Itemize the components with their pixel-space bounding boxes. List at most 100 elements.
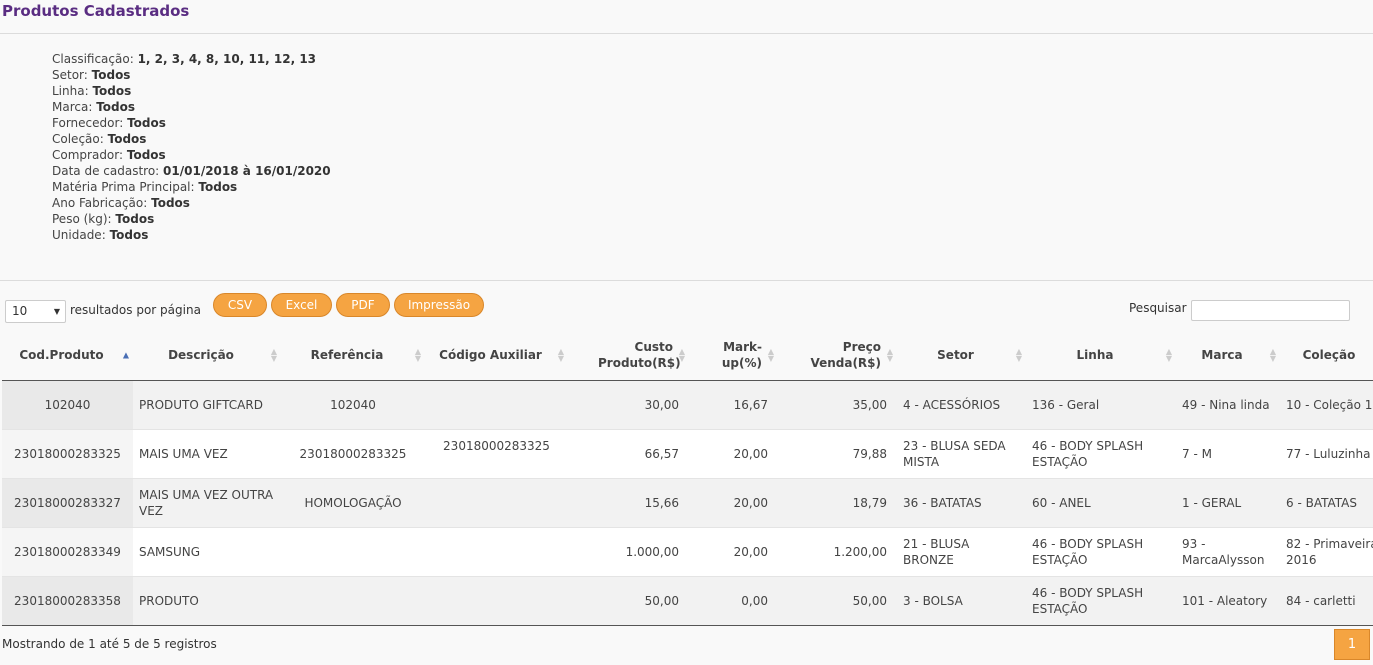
- table-cell: 35,00: [778, 379, 897, 429]
- header-label: Custo Produto(R$): [598, 339, 681, 370]
- filter-label: Comprador:: [52, 148, 124, 162]
- header-label: Setor: [937, 347, 974, 362]
- header-label: Mark-up(%): [721, 339, 762, 370]
- table-cell: 1 - GERAL: [1176, 477, 1280, 527]
- table-cell: 46 - BODY SPLASH ESTAÇÃO: [1026, 428, 1176, 478]
- table-row[interactable]: 23018000283358 PRODUTO 50,00 0,00 50,00 3 - B…: [2, 575, 1373, 626]
- table-cell: 102040: [2, 379, 133, 429]
- filter-value: Todos: [92, 84, 132, 98]
- table-row[interactable]: 102040 PRODUTO GIFTCARD 102040 30,00 16,67 35…: [2, 379, 1373, 429]
- title-bar: Produtos Cadastrados: [0, 0, 1373, 34]
- sort-icon: ▲ ▼: [886, 346, 893, 363]
- filter-label: Peso (kg):: [52, 212, 112, 226]
- table-row[interactable]: 23018000283325 MAIS UMA VEZ 23018000283325…: [2, 428, 1373, 478]
- table-header-row: Cod.Produto ▲ Descrição ▲ ▼ Referência ▲ ▼ Có…: [2, 330, 1373, 381]
- search-label: Pesquisar: [1129, 301, 1187, 315]
- column-header-cod-produto[interactable]: Cod.Produto ▲: [2, 330, 133, 381]
- filter-value: Todos: [126, 148, 166, 162]
- column-header-codigo-auxiliar[interactable]: Código Auxiliar ▲ ▼: [425, 330, 568, 381]
- filter-value: 01/01/2018 à 16/01/2020: [163, 164, 331, 178]
- sort-icon: ▲ ▼: [767, 346, 774, 363]
- column-header-linha[interactable]: Linha ▲ ▼: [1026, 330, 1176, 381]
- sort-asc-icon: ▲: [122, 350, 129, 360]
- report-page: Produtos Cadastrados Classificação: 1, 2…: [0, 0, 1373, 665]
- column-header-descricao[interactable]: Descrição ▲ ▼: [133, 330, 281, 381]
- table-cell: [281, 575, 425, 626]
- header-label: Preço Venda(R$): [810, 339, 881, 370]
- table-cell: 23018000283349: [2, 526, 133, 576]
- table-cell: HOMOLOGAÇÃO: [281, 477, 425, 527]
- pdf-button[interactable]: PDF: [336, 293, 390, 317]
- filter-row: Comprador: Todos: [52, 147, 331, 163]
- column-header-referencia[interactable]: Referência ▲ ▼: [281, 330, 425, 381]
- filter-row: Classificação: 1, 2, 3, 4, 8, 10, 11, 12…: [52, 51, 331, 67]
- sort-icon: ▲ ▼: [1015, 346, 1022, 363]
- table-cell: 3 - BOLSA: [897, 575, 1026, 626]
- print-button[interactable]: Impressão: [394, 293, 484, 317]
- chevron-down-icon: ▼: [53, 307, 60, 316]
- table-cell: PRODUTO: [133, 575, 281, 626]
- header-label: Referência: [310, 347, 384, 362]
- table-cell: [425, 526, 568, 576]
- column-header-marca[interactable]: Marca ▲ ▼: [1176, 330, 1280, 381]
- table-cell: 23018000283325: [2, 428, 133, 478]
- filter-label: Linha:: [52, 84, 89, 98]
- pagination-page-button[interactable]: 1: [1334, 629, 1370, 660]
- table-cell: 1.200,00: [778, 526, 897, 576]
- table-cell: 136 - Geral: [1026, 379, 1176, 429]
- table-cell: 60 - ANEL: [1026, 477, 1176, 527]
- filter-row: Fornecedor: Todos: [52, 115, 331, 131]
- column-header-preco[interactable]: Preço Venda(R$) ▲ ▼: [778, 330, 897, 381]
- filter-value: Todos: [115, 212, 155, 226]
- filter-label: Ano Fabricação:: [52, 196, 148, 210]
- header-label: Código Auxiliar: [439, 347, 542, 362]
- header-label: Marca: [1201, 347, 1243, 362]
- table-cell: 23018000283325: [425, 428, 568, 478]
- table-cell: 15,66: [568, 477, 689, 527]
- table-cell: 46 - BODY SPLASH ESTAÇÃO: [1026, 575, 1176, 626]
- page-length-label: resultados por página: [70, 303, 201, 317]
- column-header-colecao[interactable]: Coleção▲▼: [1280, 330, 1373, 381]
- column-header-custo[interactable]: Custo Produto(R$) ▲ ▼: [568, 330, 689, 381]
- excel-button[interactable]: Excel: [271, 293, 332, 317]
- sort-icon: ▲ ▼: [557, 346, 564, 363]
- filter-label: Fornecedor:: [52, 116, 124, 130]
- page-length-select[interactable]: 10 ▼: [5, 300, 66, 323]
- table-cell: SAMSUNG: [133, 526, 281, 576]
- filter-label: Setor:: [52, 68, 88, 82]
- filter-value: Todos: [109, 228, 149, 242]
- table-cell: 0,00: [689, 575, 778, 626]
- table-cell: 10 - Coleção 1: [1280, 379, 1373, 429]
- table-cell: 82 - Primaveira 2016: [1280, 526, 1373, 576]
- table-cell: 77 - Luluzinha: [1280, 428, 1373, 478]
- filter-value: Todos: [96, 100, 136, 114]
- table-cell: MAIS UMA VEZ: [133, 428, 281, 478]
- header-label: Linha: [1076, 347, 1114, 362]
- filter-label: Matéria Prima Principal:: [52, 180, 195, 194]
- table-cell: 20,00: [689, 428, 778, 478]
- csv-button[interactable]: CSV: [213, 293, 267, 317]
- sort-icon: ▲ ▼: [414, 346, 421, 363]
- column-header-setor[interactable]: Setor ▲ ▼: [897, 330, 1026, 381]
- filter-label: Unidade:: [52, 228, 106, 242]
- filter-row: Marca: Todos: [52, 99, 331, 115]
- filter-row: Setor: Todos: [52, 67, 331, 83]
- column-header-markup[interactable]: Mark-up(%) ▲ ▼: [689, 330, 778, 381]
- table-info: Mostrando de 1 até 5 de 5 registros: [2, 637, 217, 651]
- table-cell: 36 - BATATAS: [897, 477, 1026, 527]
- filter-label: Classificação:: [52, 52, 134, 66]
- table-cell: 20,00: [689, 526, 778, 576]
- page-length-value: 10: [12, 304, 28, 318]
- table-cell: 84 - carletti: [1280, 575, 1373, 626]
- table-row[interactable]: 23018000283349 SAMSUNG 1.000,00 20,00 1.200,…: [2, 526, 1373, 576]
- table-cell: [281, 526, 425, 576]
- filter-row: Matéria Prima Principal: Todos: [52, 179, 331, 195]
- table-cell: 20,00: [689, 477, 778, 527]
- table-cell: 101 - Aleatory: [1176, 575, 1280, 626]
- table-cell: 49 - Nina linda: [1176, 379, 1280, 429]
- table-cell: 18,79: [778, 477, 897, 527]
- search-input[interactable]: [1191, 300, 1350, 321]
- filter-summary: Classificação: 1, 2, 3, 4, 8, 10, 11, 12…: [52, 51, 331, 243]
- table-row[interactable]: 23018000283327 MAIS UMA VEZ OUTRA VEZ HOMO…: [2, 477, 1373, 527]
- header-label: Cod.Produto: [19, 347, 104, 362]
